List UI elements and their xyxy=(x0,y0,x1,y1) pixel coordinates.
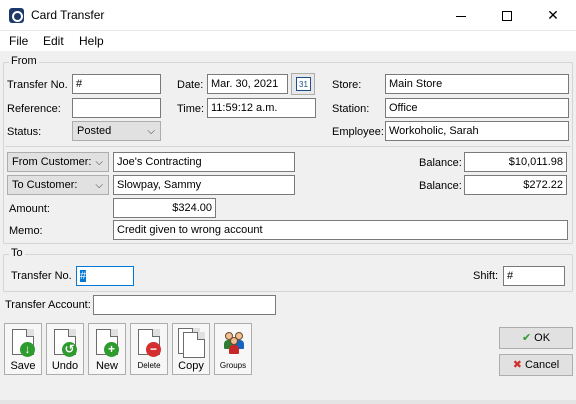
amount-field[interactable]: $324.00 xyxy=(113,198,216,218)
to-customer-label: To Customer: xyxy=(12,179,78,191)
minimize-button[interactable] xyxy=(438,0,484,31)
chevron-down-icon: ⌵ xyxy=(95,157,103,168)
to-transfer-no-label: Transfer No. xyxy=(11,270,72,282)
station-label: Station: xyxy=(332,103,370,115)
calendar-button[interactable]: 31 xyxy=(291,73,315,95)
to-balance-field: $272.22 xyxy=(464,175,567,195)
to-transfer-no-value: # xyxy=(80,270,87,282)
chevron-down-icon: ⌵ xyxy=(147,126,155,137)
from-customer-field[interactable]: Joe's Contracting xyxy=(113,152,295,172)
from-legend: From xyxy=(9,55,39,67)
ok-label: OK xyxy=(534,332,551,344)
employee-label: Employee: xyxy=(332,126,384,138)
undo-button[interactable]: ↺ Undo xyxy=(46,323,84,375)
maximize-icon xyxy=(502,11,512,22)
ok-button[interactable]: ✔ OK xyxy=(499,327,573,349)
store-label: Store: xyxy=(332,79,362,91)
time-label: Time: xyxy=(177,103,205,115)
from-balance-field: $10,011.98 xyxy=(464,152,567,172)
delete-button[interactable]: − Delete xyxy=(130,323,168,375)
date-field[interactable]: Mar. 30, 2021 xyxy=(207,74,288,94)
new-button[interactable]: + New xyxy=(88,323,126,375)
memo-field[interactable]: Credit given to wrong account xyxy=(113,220,568,240)
reference-label: Reference: xyxy=(7,103,61,115)
copy-button[interactable]: Copy xyxy=(172,323,210,375)
status-dropdown[interactable]: Posted ⌵ xyxy=(72,121,161,141)
to-balance-label: Balance: xyxy=(419,180,462,192)
undo-icon: ↺ xyxy=(62,342,77,357)
undo-label: Undo xyxy=(51,360,79,372)
section-divider xyxy=(5,146,571,147)
x-icon: ✖ xyxy=(512,359,522,371)
menu-help[interactable]: Help xyxy=(79,34,104,48)
transfer-account-label: Transfer Account: xyxy=(5,299,91,311)
from-balance-label: Balance: xyxy=(419,157,462,169)
to-transfer-no-field[interactable]: # xyxy=(76,266,134,286)
copy-label: Copy xyxy=(178,360,204,372)
plus-icon: + xyxy=(104,342,119,357)
window-title: Card Transfer xyxy=(31,8,105,22)
groups-icon xyxy=(224,330,244,354)
to-legend: To xyxy=(9,247,25,259)
reference-field[interactable] xyxy=(72,98,161,118)
window-bottom-edge xyxy=(0,400,576,404)
app-icon xyxy=(9,8,24,23)
date-label: Date: xyxy=(177,79,204,91)
from-customer-dropdown[interactable]: From Customer: ⌵ xyxy=(7,152,109,172)
store-field[interactable]: Main Store xyxy=(385,74,569,94)
chevron-down-icon: ⌵ xyxy=(95,180,103,191)
minimize-icon xyxy=(456,15,466,17)
status-label: Status: xyxy=(7,126,42,138)
to-customer-field[interactable]: Slowpay, Sammy xyxy=(113,175,295,195)
shift-label: Shift: xyxy=(473,270,499,282)
time-field[interactable]: 11:59:12 a.m. xyxy=(207,98,316,118)
minus-icon: − xyxy=(146,342,161,357)
status-value: Posted xyxy=(77,125,112,137)
title-bar: Card Transfer ✕ xyxy=(0,0,576,31)
to-customer-dropdown[interactable]: To Customer: ⌵ xyxy=(7,175,109,195)
station-field[interactable]: Office xyxy=(385,98,569,118)
from-customer-label: From Customer: xyxy=(12,156,92,168)
groups-button[interactable]: Groups xyxy=(214,323,252,375)
cancel-label: Cancel xyxy=(524,359,560,371)
transfer-no-label: Transfer No. xyxy=(7,79,68,91)
menu-file[interactable]: File xyxy=(9,34,28,48)
checkmark-icon: ✔ xyxy=(521,332,532,344)
save-button[interactable]: ↓ Save xyxy=(4,323,42,375)
calendar-icon: 31 xyxy=(296,77,311,91)
memo-label: Memo: xyxy=(9,225,43,237)
close-icon: ✕ xyxy=(547,7,559,23)
save-label: Save xyxy=(10,360,36,372)
transfer-no-field[interactable]: # xyxy=(72,74,161,94)
groups-label: Groups xyxy=(219,361,247,370)
cancel-button[interactable]: ✖ Cancel xyxy=(499,354,573,376)
employee-field[interactable]: Workoholic, Sarah xyxy=(385,121,569,141)
close-button[interactable]: ✕ xyxy=(530,0,576,31)
menu-bar: File Edit Help xyxy=(0,31,576,51)
maximize-button[interactable] xyxy=(484,0,530,31)
shift-field[interactable]: # xyxy=(503,266,565,286)
delete-label: Delete xyxy=(137,361,161,370)
transfer-account-field[interactable] xyxy=(93,295,276,315)
menu-edit[interactable]: Edit xyxy=(43,34,64,48)
amount-label: Amount: xyxy=(9,203,50,215)
save-icon: ↓ xyxy=(20,342,35,357)
copy-icon xyxy=(183,332,205,358)
new-label: New xyxy=(95,360,118,372)
